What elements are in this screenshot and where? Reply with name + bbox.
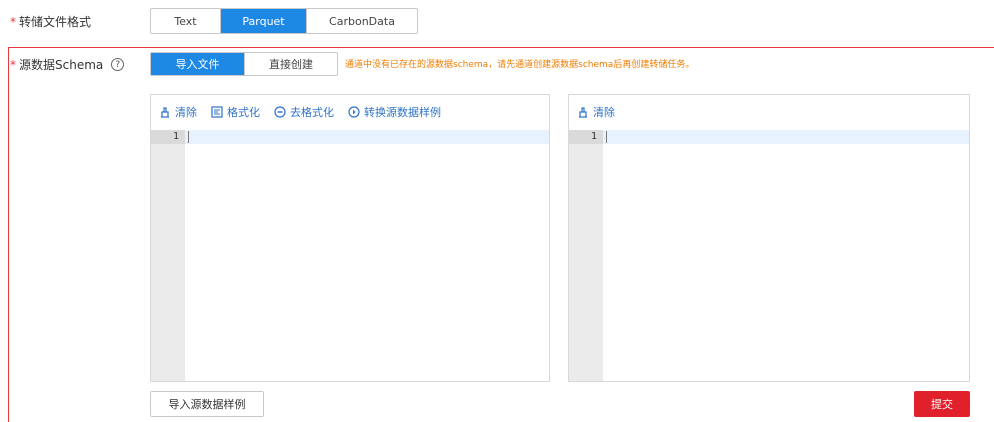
active-line[interactable]: [185, 130, 549, 144]
line-number: 1: [172, 131, 179, 142]
convert-label: 转换源数据样例: [364, 106, 441, 119]
format-option-parquet[interactable]: Parquet: [221, 9, 307, 33]
clear-button[interactable]: 清除: [159, 104, 197, 120]
format-selector: Text Parquet CarbonData: [150, 8, 418, 34]
format-label: * 转储文件格式: [10, 13, 91, 30]
format-icon: [211, 106, 223, 118]
clear-icon: [161, 107, 169, 118]
format-option-text[interactable]: Text: [151, 9, 221, 33]
unformat-label: 去格式化: [290, 106, 334, 119]
clear-label: 清除: [593, 106, 615, 119]
line-number: 1: [590, 131, 597, 142]
clear-icon: [579, 107, 587, 118]
submit-button[interactable]: 提交: [914, 391, 970, 417]
convert-icon: [348, 106, 360, 118]
unformat-button[interactable]: 去格式化: [274, 104, 334, 120]
text-caret: [188, 131, 189, 143]
format-button[interactable]: 格式化: [211, 104, 260, 120]
required-marker: *: [10, 14, 16, 29]
format-option-carbondata[interactable]: CarbonData: [307, 9, 417, 33]
left-editor-toolbar: 清除 格式化 去格式化 转换源数据样例: [159, 103, 455, 121]
schema-hint: 通道中没有已存在的源数据schema，请先通道创建源数据schema后再创建转储…: [345, 60, 695, 70]
text-caret: [606, 131, 607, 143]
convert-sample-button[interactable]: 转换源数据样例: [348, 104, 441, 120]
unformat-icon: [274, 106, 286, 118]
right-editor: 清除 1: [568, 94, 970, 382]
schema-mode-tabs: 导入文件 直接创建: [150, 52, 338, 76]
left-editor: 清除 格式化 去格式化 转换源数据样例 1: [150, 94, 550, 382]
line-gutter: [151, 130, 185, 381]
tab-import-file[interactable]: 导入文件: [151, 53, 245, 75]
right-editor-toolbar: 清除: [577, 103, 629, 121]
tab-create-directly[interactable]: 直接创建: [245, 53, 337, 75]
clear-button[interactable]: 清除: [577, 104, 615, 120]
import-sample-button[interactable]: 导入源数据样例: [150, 391, 264, 417]
schema-label: * 源数据Schema ?: [10, 56, 125, 73]
schema-label-text: 源数据Schema: [19, 58, 104, 72]
question-circle-icon[interactable]: ?: [111, 58, 125, 71]
line-gutter: [569, 130, 603, 381]
clear-label: 清除: [175, 106, 197, 119]
active-line[interactable]: [603, 130, 969, 144]
format-label: 格式化: [227, 106, 260, 119]
format-label-text: 转储文件格式: [19, 15, 92, 29]
required-marker: *: [10, 57, 16, 72]
